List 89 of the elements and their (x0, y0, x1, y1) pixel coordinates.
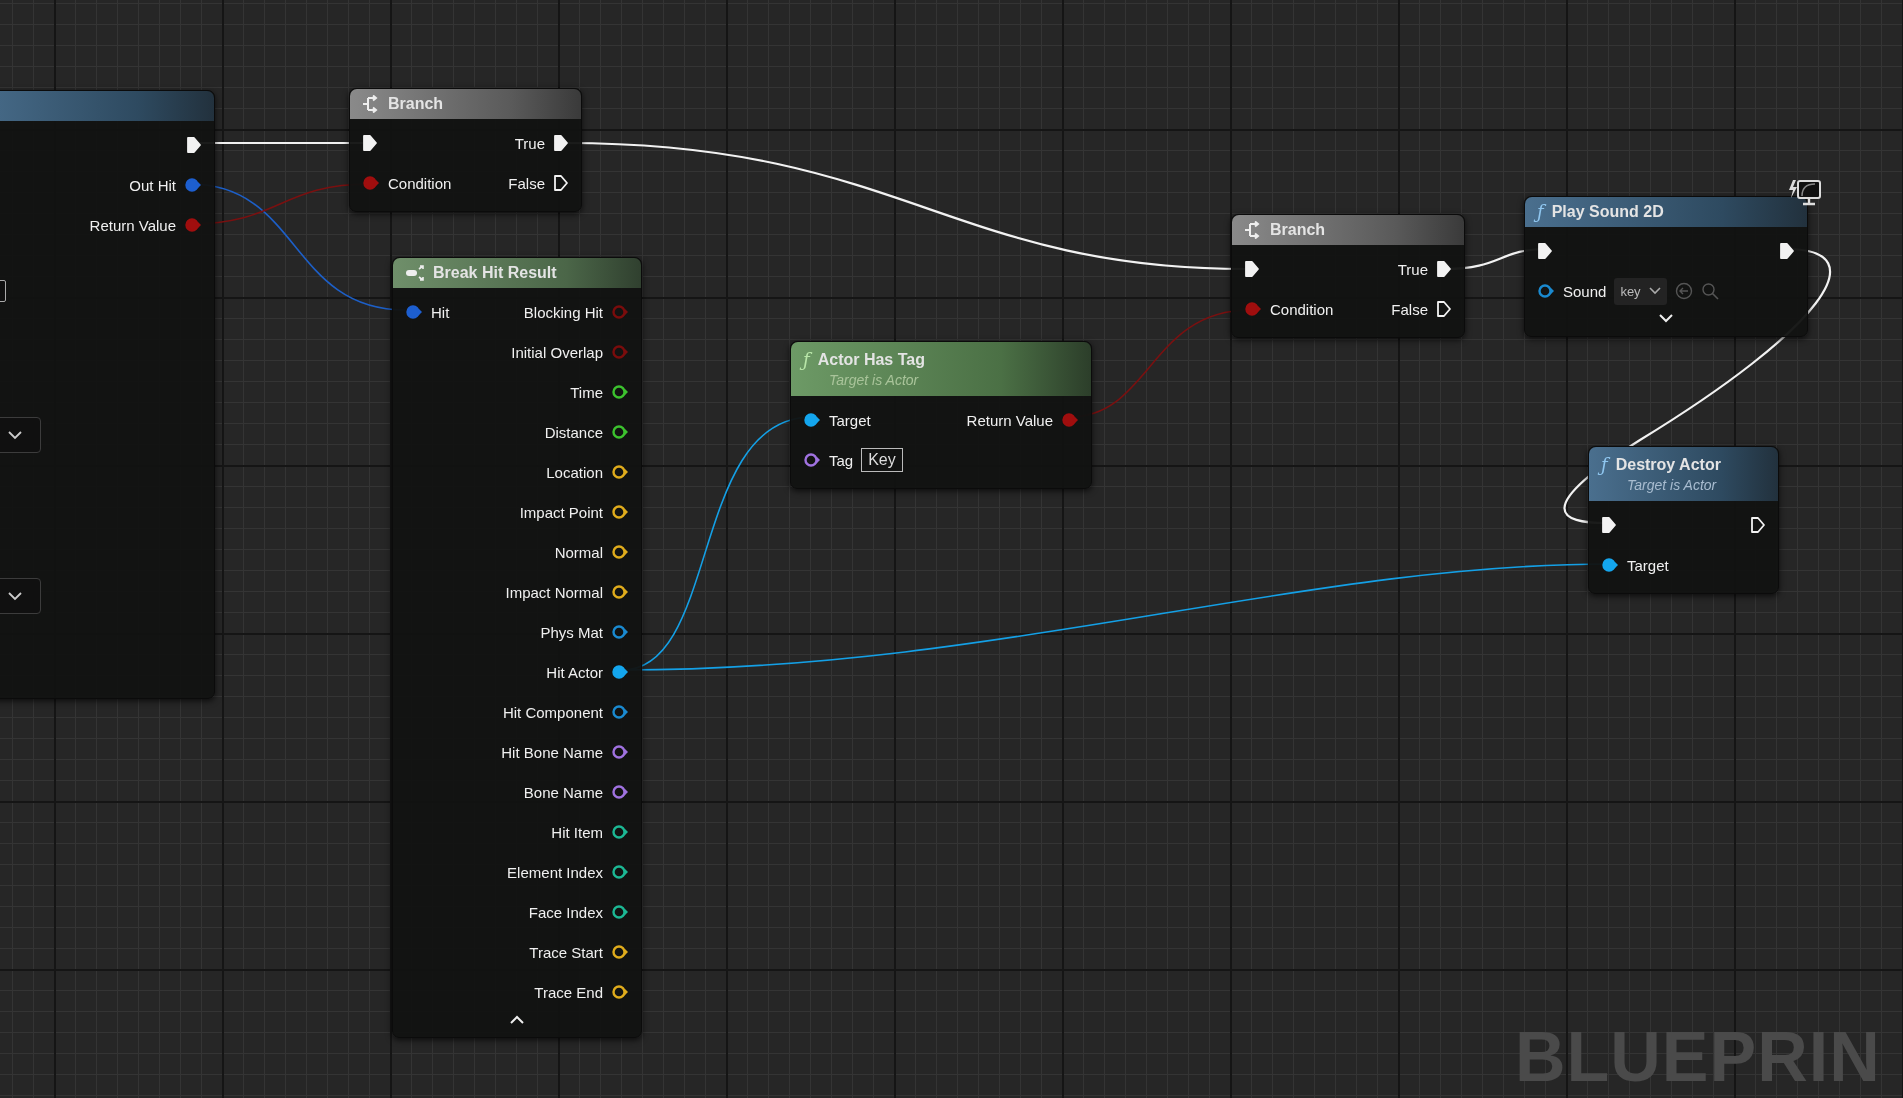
pin-label: Element Index (507, 863, 603, 881)
pin-label: Phys Mat (540, 623, 603, 641)
pin-label: Bone Name (523, 783, 603, 801)
data-pin[interactable] (611, 624, 629, 640)
node-title: Branch (388, 95, 444, 113)
exec-pin[interactable] (553, 174, 569, 192)
asset-dropdown[interactable]: key (1614, 277, 1667, 305)
pin-label: Normal (554, 543, 603, 561)
data-pin[interactable] (611, 704, 629, 720)
data-pin[interactable] (611, 504, 629, 520)
graph-node[interactable]: Out Hit Return Value (0, 90, 215, 699)
node-subtitle: Target is Actor (1627, 476, 1718, 493)
pin-label: Trace End (534, 983, 603, 1001)
node-title: Actor Has Tag (817, 350, 925, 369)
graph-node[interactable]: ƒ Actor Has Tag Target is Actor Target Return Value Tag Key (790, 341, 1092, 489)
chevron-down-icon (1659, 314, 1673, 323)
data-pin[interactable] (611, 744, 629, 760)
exec-pin[interactable] (1601, 516, 1617, 534)
data-pin[interactable] (611, 944, 629, 960)
data-pin[interactable] (611, 584, 629, 600)
node-title: Branch (1270, 221, 1326, 239)
search-icon[interactable] (1700, 282, 1719, 300)
chevron-down-icon (8, 591, 22, 601)
pin-label: Target (1627, 556, 1669, 574)
pin-label: True (514, 134, 545, 152)
pin-label: Impact Normal (505, 583, 603, 601)
exec-pin[interactable] (1750, 516, 1766, 534)
pin-label: Distance (544, 423, 603, 441)
branch-icon (1244, 221, 1262, 239)
pin-label: Condition (388, 174, 452, 192)
data-pin[interactable] (611, 464, 629, 480)
data-pin[interactable] (611, 664, 629, 680)
chevron-down-icon (1648, 287, 1661, 295)
pin-label: False (1391, 300, 1428, 318)
pin-label: Location (546, 463, 603, 481)
data-pin[interactable] (611, 544, 629, 560)
pin-label: Out Hit (129, 176, 176, 194)
data-pin[interactable] (1537, 283, 1555, 299)
graph-node[interactable]: Branch True Condition False (1231, 214, 1465, 338)
graph-node[interactable]: ƒ Destroy Actor Target is Actor Target (1588, 446, 1779, 594)
pin-label: Hit Item (551, 823, 603, 841)
exec-pin[interactable] (362, 134, 378, 152)
pin-label: Target (829, 411, 871, 429)
node-title: Destroy Actor (1615, 455, 1721, 474)
node-title: Play Sound 2D (1551, 203, 1664, 221)
graph-node[interactable]: Branch True Condition False (349, 88, 582, 212)
pin-label: Hit (431, 303, 450, 321)
data-pin[interactable] (611, 424, 629, 440)
pin-label: Face Index (528, 903, 603, 921)
exec-pin[interactable] (1244, 260, 1260, 278)
exec-pin[interactable] (186, 136, 202, 154)
pin-label: Return Value (966, 411, 1053, 429)
branch-icon (362, 95, 380, 113)
pin-label: True (1397, 260, 1428, 278)
pin-label: False (508, 174, 545, 192)
data-pin[interactable] (611, 824, 629, 840)
data-pin[interactable] (611, 384, 629, 400)
tag-input[interactable]: Key (861, 448, 903, 472)
node-title: Break Hit Result (433, 264, 557, 282)
data-pin[interactable] (611, 784, 629, 800)
pin-label: Time (570, 383, 603, 401)
pin-label: Tag (829, 451, 854, 469)
exec-pin[interactable] (1436, 260, 1452, 278)
data-pin[interactable] (611, 904, 629, 920)
node-subtitle: Target is Actor (829, 371, 920, 388)
chevron-up-icon (510, 1015, 524, 1024)
exec-pin[interactable] (1436, 300, 1452, 318)
pin-label: Hit Actor (546, 663, 603, 681)
split-icon (405, 265, 425, 281)
exec-pin[interactable] (1779, 242, 1795, 260)
pin-label: Hit Bone Name (501, 743, 603, 761)
graph-node[interactable]: ƒ Play Sound 2D Sound key (1524, 196, 1808, 337)
data-pin[interactable] (1601, 557, 1619, 573)
pin-label: Return Value (89, 216, 176, 234)
data-pin[interactable] (803, 452, 821, 468)
chevron-down-icon (8, 430, 22, 440)
pin-label: Blocking Hit (523, 303, 603, 321)
pin-label: Hit Component (502, 703, 603, 721)
data-pin[interactable] (611, 864, 629, 880)
pin-label: Initial Overlap (511, 343, 603, 361)
exec-pin[interactable] (553, 134, 569, 152)
pin-label: Sound (1563, 282, 1607, 300)
exec-pin[interactable] (1537, 242, 1553, 260)
data-pin[interactable] (611, 984, 629, 1000)
pin-label: Impact Point (519, 503, 603, 521)
pin-label: Trace Start (529, 943, 603, 961)
data-pin[interactable] (803, 412, 821, 428)
pin-label: Condition (1270, 300, 1334, 318)
graph-node[interactable] (392, 257, 642, 1038)
